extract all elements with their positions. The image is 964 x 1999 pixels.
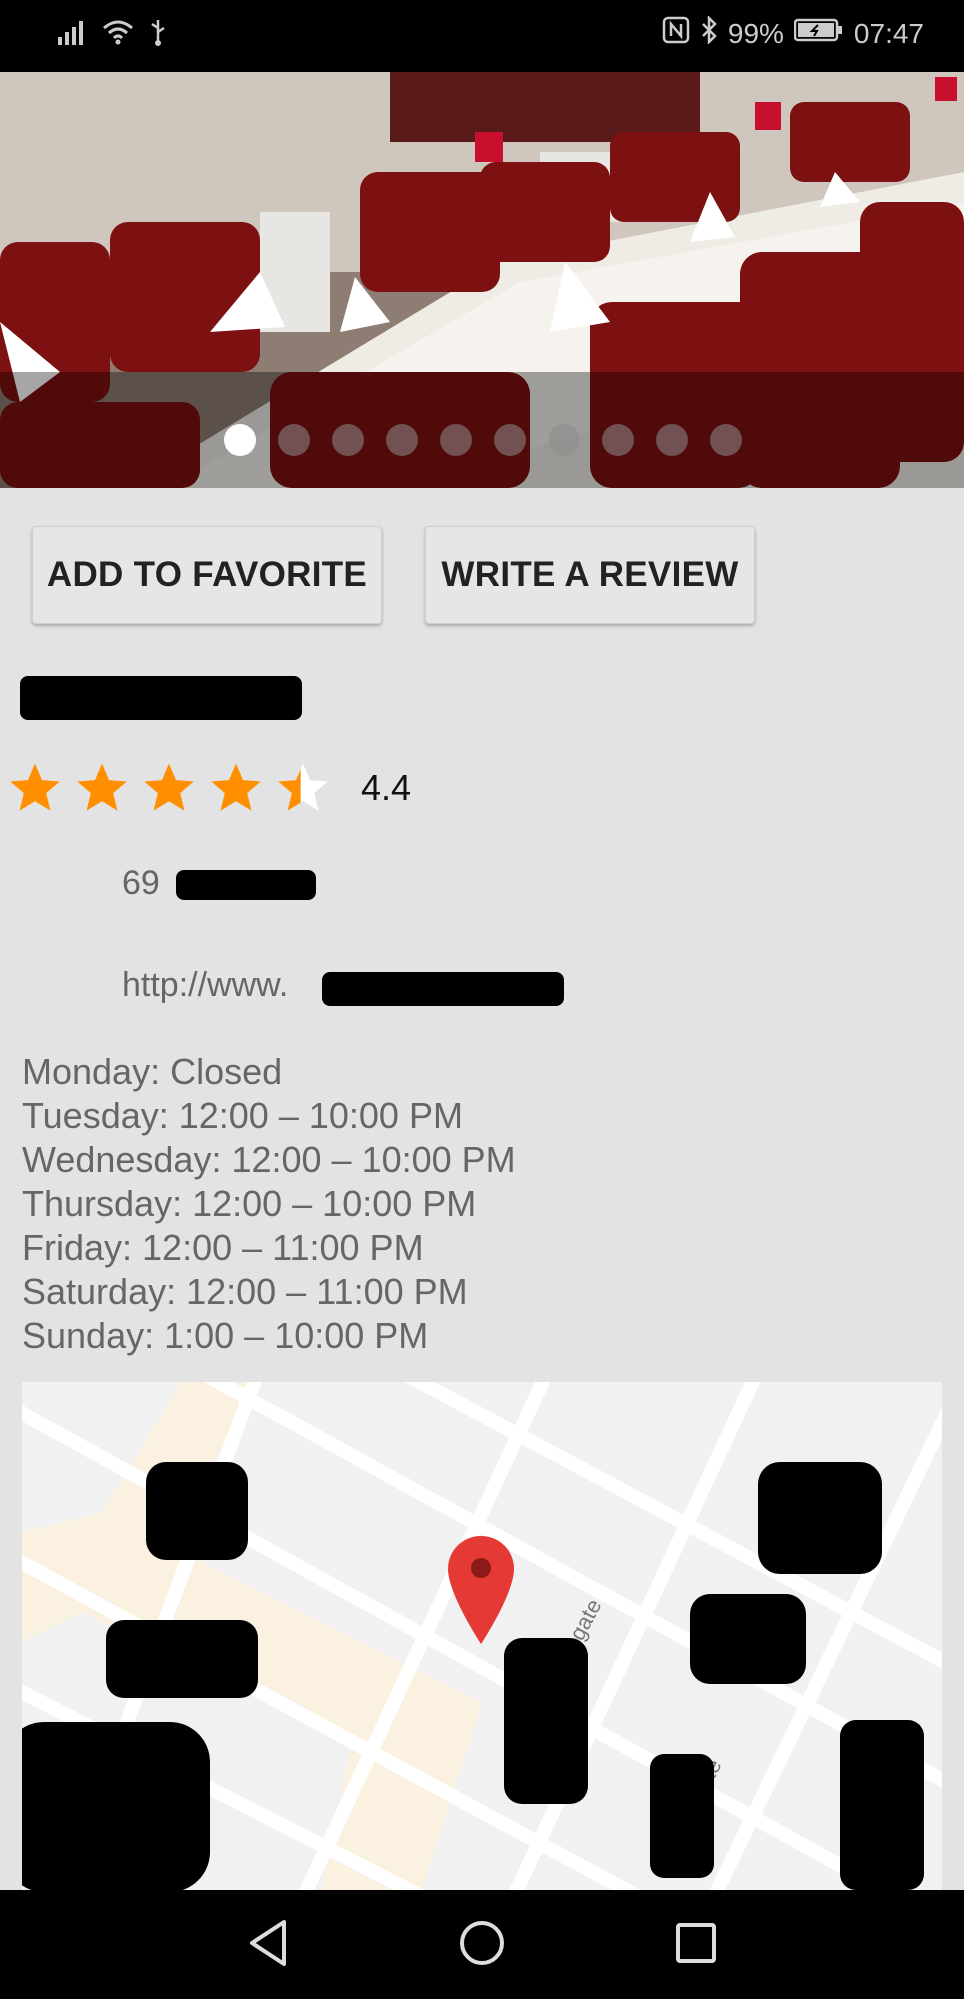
website-link[interactable]: http://www. xyxy=(122,966,288,1005)
address-redacted xyxy=(176,870,316,900)
hours-saturday: Saturday: 12:00 – 11:00 PM xyxy=(22,1271,468,1312)
nfc-icon xyxy=(662,16,690,51)
write-review-button[interactable]: WRITE A REVIEW xyxy=(425,526,755,624)
usb-icon xyxy=(148,18,168,51)
star-icon xyxy=(144,763,194,811)
rating-row: 4.4 xyxy=(6,760,411,816)
gallery-dot[interactable] xyxy=(224,424,256,456)
gallery-dot[interactable] xyxy=(494,424,526,456)
battery-icon xyxy=(793,17,844,50)
status-bar: 99% 07:47 xyxy=(0,0,964,72)
gallery-dot[interactable] xyxy=(440,424,472,456)
half-star-icon xyxy=(278,763,328,811)
clock: 07:47 xyxy=(853,17,924,49)
hours-tuesday: Tuesday: 12:00 – 10:00 PM xyxy=(22,1095,463,1136)
star-icon xyxy=(10,763,60,811)
add-to-favorite-button[interactable]: ADD TO FAVORITE xyxy=(32,526,382,624)
bluetooth-icon xyxy=(700,14,718,51)
wifi-icon xyxy=(102,19,134,50)
hours-monday: Monday: Closed xyxy=(22,1051,283,1092)
address[interactable]: 69 xyxy=(122,864,160,903)
gallery-dot[interactable] xyxy=(656,424,688,456)
hours-friday: Friday: 12:00 – 11:00 PM xyxy=(22,1227,424,1268)
signal-icon xyxy=(58,19,88,50)
system-navigation-bar xyxy=(0,1890,964,1999)
gallery-dot[interactable] xyxy=(710,424,742,456)
hours-sunday: Sunday: 1:00 – 10:00 PM xyxy=(22,1315,429,1356)
photo-gallery[interactable] xyxy=(0,72,964,488)
home-icon[interactable] xyxy=(458,1916,506,1975)
star-icon xyxy=(211,763,261,811)
star-icon xyxy=(77,763,127,811)
opening-hours: Monday: Closed Tuesday: 12:00 – 10:00 PM… xyxy=(22,1050,516,1358)
place-name-redacted xyxy=(20,676,302,720)
rating-value: 4.4 xyxy=(361,767,412,808)
gallery-dot[interactable] xyxy=(386,424,418,456)
gallery-dot[interactable] xyxy=(332,424,364,456)
gallery-dot[interactable] xyxy=(548,424,580,456)
gallery-pagination xyxy=(0,424,964,456)
address-number: 69 xyxy=(122,864,160,902)
gallery-dot[interactable] xyxy=(278,424,310,456)
website-prefix: http://www. xyxy=(122,966,289,1004)
back-icon[interactable] xyxy=(244,1916,292,1975)
hours-thursday: Thursday: 12:00 – 10:00 PM xyxy=(22,1183,477,1224)
recents-icon[interactable] xyxy=(672,1916,720,1975)
website-redacted xyxy=(322,972,564,1006)
hours-wednesday: Wednesday: 12:00 – 10:00 PM xyxy=(22,1139,516,1180)
battery-percent: 99% xyxy=(727,17,784,49)
location-map[interactable]: gate gate xyxy=(22,1382,942,1890)
gallery-dot[interactable] xyxy=(602,424,634,456)
